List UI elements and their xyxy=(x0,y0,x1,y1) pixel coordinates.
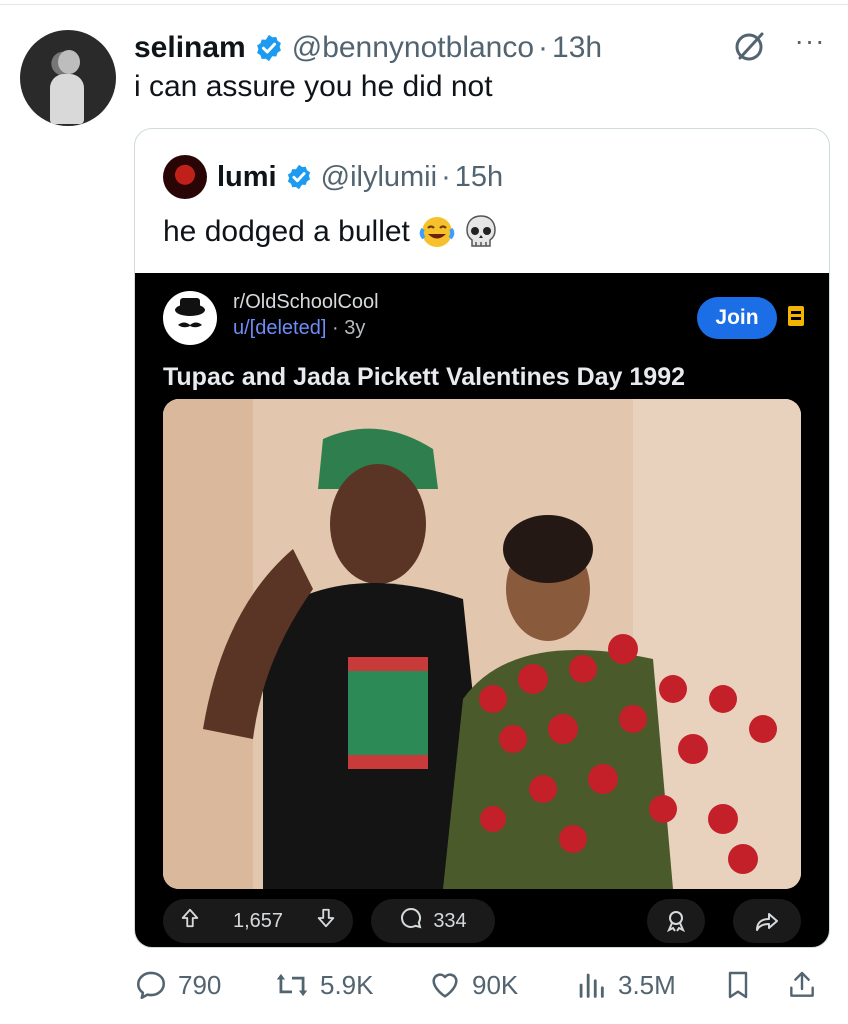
avatar-figure xyxy=(50,74,84,124)
views-count: 3.5M xyxy=(618,969,676,1000)
subreddit-name[interactable]: r/OldSchoolCool xyxy=(233,291,379,314)
upvote-icon[interactable] xyxy=(179,907,201,935)
bookmark-icon[interactable] xyxy=(722,968,754,1002)
like-button[interactable]: 90K xyxy=(428,968,518,1002)
reddit-menu-icon[interactable] xyxy=(787,305,805,327)
reply-icon xyxy=(136,971,166,1000)
reddit-actions: 1,657 334 xyxy=(163,899,801,943)
join-button[interactable]: Join xyxy=(697,297,777,339)
quote-author-name[interactable]: lumi xyxy=(217,161,277,194)
author-avatar[interactable] xyxy=(20,30,116,126)
tweet-header: selinam @bennynotblanco · 13h xyxy=(134,26,602,70)
share-icon[interactable] xyxy=(786,968,818,1002)
retweet-button[interactable]: 5.9K xyxy=(274,968,374,1002)
like-icon xyxy=(432,973,458,998)
quote-time[interactable]: 15h xyxy=(455,161,503,194)
quote-header-separator: · xyxy=(441,160,451,193)
more-icon[interactable]: ··· xyxy=(788,27,832,60)
header-separator: · xyxy=(538,31,549,64)
reddit-meta: u/[deleted] · 3y xyxy=(233,317,365,340)
face-with-tears-of-joy-icon xyxy=(418,213,456,251)
upvote-count: 1,657 xyxy=(232,909,284,932)
reply-button[interactable]: 790 xyxy=(134,968,221,1002)
quoted-tweet[interactable]: lumi @ilylumii · 15h he dodged a bullet … xyxy=(134,128,830,948)
like-count: 90K xyxy=(472,969,519,1000)
verified-badge-icon xyxy=(254,33,284,63)
views-button[interactable]: 3.5M xyxy=(574,968,676,1002)
reddit-share-icon[interactable] xyxy=(733,899,801,943)
retweet-icon xyxy=(276,973,308,997)
reddit-embed[interactable]: r/OldSchoolCool u/[deleted] · 3y Join Tu… xyxy=(135,273,829,947)
subreddit-avatar[interactable] xyxy=(163,291,217,345)
reddit-post-title[interactable]: Tupac and Jada Pickett Valentines Day 19… xyxy=(163,363,685,392)
comment-count: 334 xyxy=(433,909,467,932)
author-handle[interactable]: @bennynotblanco xyxy=(292,31,534,65)
reddit-user[interactable]: u/[deleted] xyxy=(233,317,326,339)
tweet-actions: 790 5.9K 90K 3.5M xyxy=(134,960,828,1010)
tweet-text: i can assure you he did not xyxy=(134,70,493,103)
quote-text: he dodged a bullet xyxy=(163,215,410,248)
verified-badge-icon xyxy=(285,163,313,191)
quote-author-handle[interactable]: @ilylumii xyxy=(321,161,437,194)
quote-text-row: he dodged a bullet xyxy=(163,213,498,251)
reddit-meta-separator: · xyxy=(331,317,339,339)
award-icon[interactable] xyxy=(647,899,705,943)
quote-author-avatar[interactable] xyxy=(163,155,207,199)
tweet-time[interactable]: 13h xyxy=(552,31,602,65)
author-name[interactable]: selinam xyxy=(134,31,246,65)
post-photo[interactable] xyxy=(163,399,801,889)
avatar-head xyxy=(58,50,80,74)
skull-icon xyxy=(464,213,498,251)
reddit-age: 3y xyxy=(344,317,366,339)
retweet-count: 5.9K xyxy=(320,969,374,1000)
top-divider xyxy=(0,4,848,5)
downvote-icon[interactable] xyxy=(315,907,337,935)
comment-icon xyxy=(399,906,423,936)
views-icon xyxy=(579,973,604,998)
quote-header: lumi @ilylumii · 15h xyxy=(217,155,503,199)
vote-pill: 1,657 xyxy=(163,899,353,943)
comments-pill[interactable]: 334 xyxy=(371,899,495,943)
reply-count: 790 xyxy=(178,969,222,1000)
grok-icon[interactable] xyxy=(732,28,768,64)
